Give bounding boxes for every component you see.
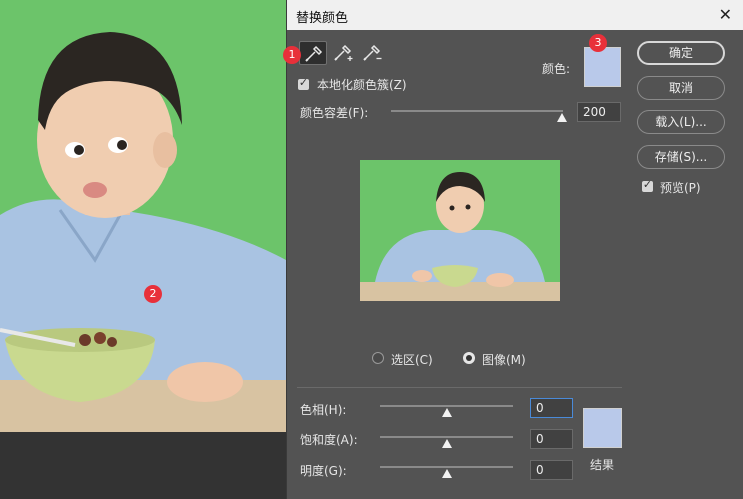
- add-to-sample-tool[interactable]: [329, 41, 357, 65]
- preview-checkbox[interactable]: ✓: [642, 178, 653, 192]
- lightness-label: 明度(G):: [300, 464, 347, 478]
- replace-color-dialog: 替换颜色 ✕ 1 ✓ 本地化颜色簇(Z) 颜色: 3 颜色容差(F): 200: [283, 0, 743, 499]
- color-swatch[interactable]: [584, 47, 621, 87]
- eyedropper-icon: [305, 45, 323, 62]
- preview-boy-illustration: [360, 160, 560, 301]
- lightness-input[interactable]: 0: [530, 460, 573, 480]
- selection-radio[interactable]: [372, 352, 384, 364]
- color-label: 颜色:: [542, 62, 571, 76]
- saturation-slider-track[interactable]: [380, 436, 513, 438]
- section-divider: [297, 387, 622, 388]
- eyedropper-plus-icon: [334, 44, 353, 61]
- checkbox-check-icon: ✓: [298, 76, 309, 89]
- tolerance-label: 颜色容差(F):: [300, 106, 369, 120]
- selection-preview-image[interactable]: [360, 160, 560, 301]
- selection-radio-label: 选区(C): [391, 353, 433, 367]
- subtract-from-sample-tool[interactable]: [358, 41, 386, 65]
- localized-clusters-label: 本地化颜色簇(Z): [317, 78, 407, 92]
- slider-thumb-icon[interactable]: [442, 469, 452, 478]
- load-button[interactable]: 载入(L)...: [637, 110, 725, 134]
- eyedropper-minus-icon: [363, 44, 382, 61]
- lightness-slider-track[interactable]: [380, 466, 513, 468]
- close-icon[interactable]: ✕: [719, 5, 732, 24]
- canvas-photo[interactable]: 2: [0, 0, 286, 432]
- hue-label: 色相(H):: [300, 403, 347, 417]
- result-swatch: [583, 408, 622, 448]
- image-radio[interactable]: [463, 352, 475, 364]
- preview-label: 预览(P): [660, 181, 701, 195]
- eyedropper-tool[interactable]: [299, 41, 327, 65]
- canvas-background: [0, 432, 286, 499]
- dialog-titlebar[interactable]: 替换颜色 ✕: [287, 0, 743, 30]
- badge-1: 1: [283, 46, 301, 64]
- dialog-title: 替换颜色: [296, 11, 349, 26]
- saturation-input[interactable]: 0: [530, 429, 573, 449]
- badge-2: 2: [144, 285, 162, 303]
- hue-slider-track[interactable]: [380, 405, 513, 407]
- boy-photo-illustration: [0, 0, 286, 432]
- saturation-label: 饱和度(A):: [300, 433, 358, 447]
- checkbox-check-icon: ✓: [642, 178, 653, 191]
- tolerance-input[interactable]: 200: [577, 102, 621, 122]
- result-label: 结果: [590, 458, 615, 472]
- hue-input[interactable]: 0: [530, 398, 573, 418]
- slider-thumb-icon[interactable]: [442, 439, 452, 448]
- badge-3: 3: [589, 34, 607, 52]
- slider-thumb-icon[interactable]: [557, 113, 567, 122]
- image-radio-label: 图像(M): [482, 353, 526, 367]
- ok-button[interactable]: 确定: [637, 41, 725, 65]
- slider-thumb-icon[interactable]: [442, 408, 452, 417]
- save-button[interactable]: 存储(S)...: [637, 145, 725, 169]
- localized-clusters-checkbox[interactable]: ✓: [298, 76, 309, 90]
- tolerance-slider-track[interactable]: [391, 110, 563, 112]
- cancel-button[interactable]: 取消: [637, 76, 725, 100]
